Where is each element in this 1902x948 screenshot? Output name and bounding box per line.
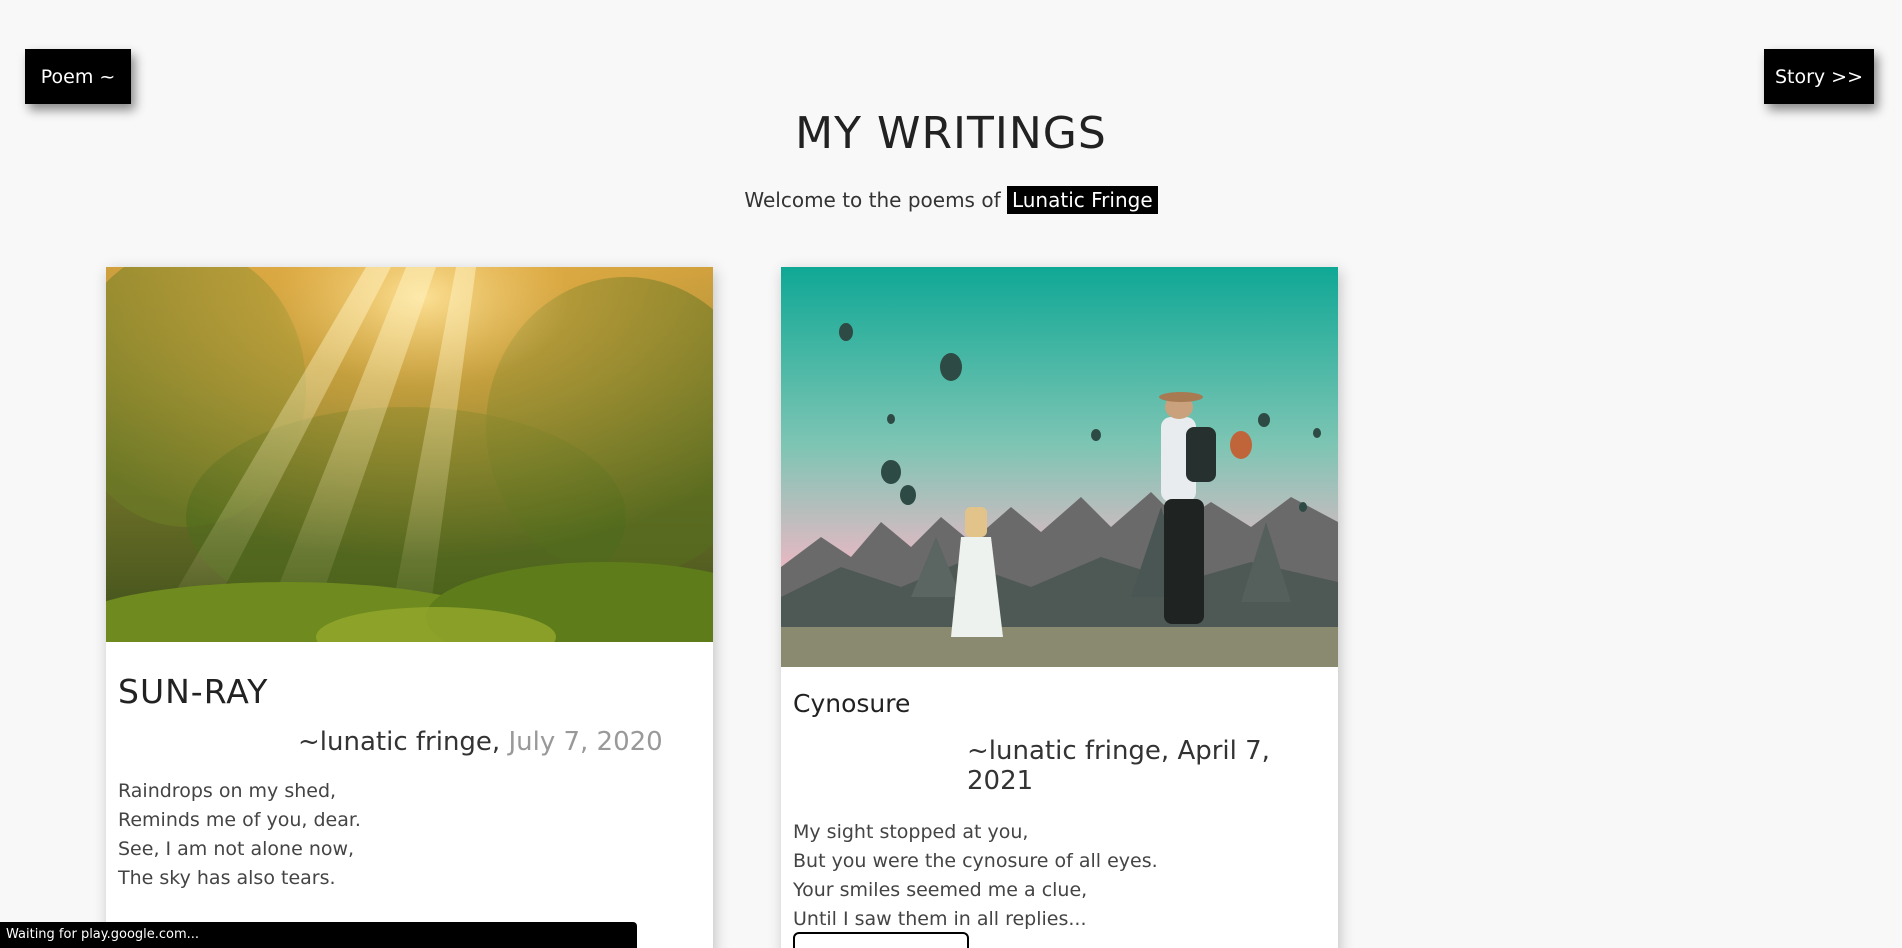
page-subtitle: Welcome to the poems of Lunatic Fringe (0, 186, 1902, 214)
poem-author: ~lunatic fringe, (967, 736, 1170, 766)
poem-text: My sight stopped at you, But you were th… (793, 818, 1326, 934)
page: Poem ~ Story >> MY WRITINGS Welcome to t… (0, 0, 1902, 948)
poem-title: SUN-RAY (118, 672, 269, 711)
poem-byline: ~lunatic fringe, July 7, 2020 (118, 727, 701, 757)
poem-line: But you were the cynosure of all eyes. (793, 850, 1158, 872)
poem-text: Raindrops on my shed, Reminds me of you,… (118, 777, 701, 893)
hot-air-balloons-image (781, 267, 1338, 667)
story-nav-button[interactable]: Story >> (1764, 49, 1874, 104)
poem-author: ~lunatic fringe, (298, 727, 501, 757)
forest-sunlight-image (106, 267, 713, 642)
poem-line: Until I saw them in all replies... (793, 908, 1087, 930)
poem-line: The sky has also tears. (118, 867, 336, 889)
read-more-button[interactable] (793, 932, 969, 948)
poem-line: Raindrops on my shed, (118, 780, 337, 802)
poem-line: Your smiles seemed me a clue, (793, 879, 1088, 901)
poem-nav-button[interactable]: Poem ~ (25, 49, 131, 104)
author-highlight: Lunatic Fringe (1006, 186, 1158, 214)
page-title: MY WRITINGS (795, 108, 1107, 159)
poem-card: SUN-RAY ~lunatic fringe, July 7, 2020 Ra… (106, 267, 713, 948)
poem-title: Cynosure (793, 689, 911, 718)
browser-status-bar: Waiting for play.google.com... (0, 922, 637, 948)
poem-line: See, I am not alone now, (118, 838, 355, 860)
poem-line: My sight stopped at you, (793, 821, 1029, 843)
poem-date: July 7, 2020 (508, 727, 663, 757)
poem-byline: ~lunatic fringe, April 7, 2021 (793, 736, 1326, 796)
subtitle-text: Welcome to the poems of (744, 188, 1001, 212)
poem-line: Reminds me of you, dear. (118, 809, 361, 831)
poem-card: Cynosure ~lunatic fringe, April 7, 2021 … (781, 267, 1338, 948)
